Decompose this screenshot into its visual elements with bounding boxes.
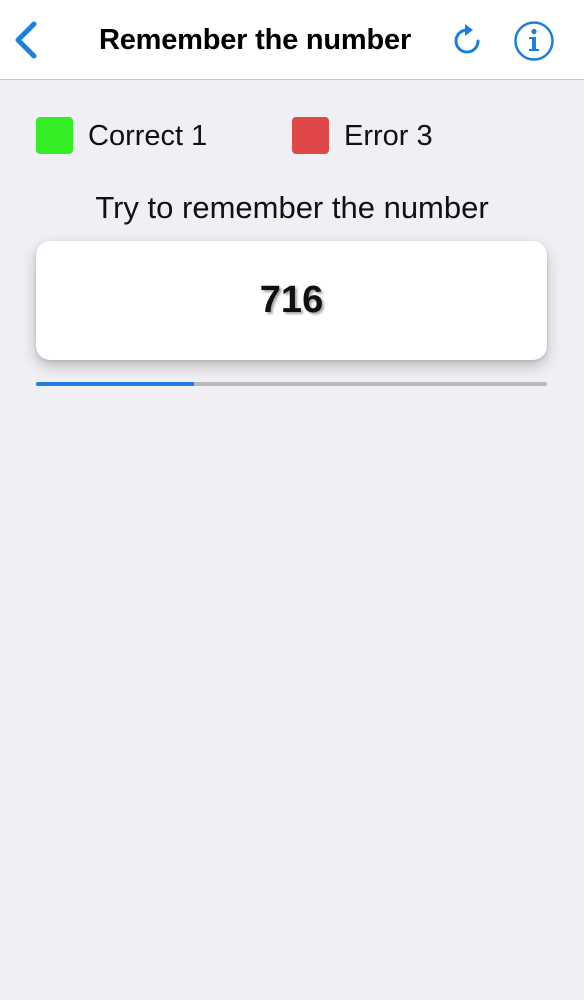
navigation-bar: Remember the number — [0, 0, 584, 80]
progress-fill — [36, 382, 195, 386]
page-title: Remember the number — [98, 24, 412, 56]
number-value: 716 — [259, 279, 324, 321]
chevron-left-icon — [15, 21, 37, 59]
info-button[interactable] — [512, 19, 556, 63]
info-icon — [514, 21, 554, 61]
error-label: Error 3 — [344, 120, 433, 152]
number-card: 716 — [36, 241, 547, 360]
progress-bar — [36, 382, 547, 386]
refresh-button[interactable] — [448, 22, 486, 60]
refresh-icon — [454, 24, 480, 54]
correct-swatch — [36, 117, 73, 154]
back-button[interactable] — [8, 18, 48, 62]
error-swatch — [292, 117, 329, 154]
instruction-text: Try to remember the number — [95, 190, 489, 225]
correct-label: Correct 1 — [88, 120, 208, 152]
